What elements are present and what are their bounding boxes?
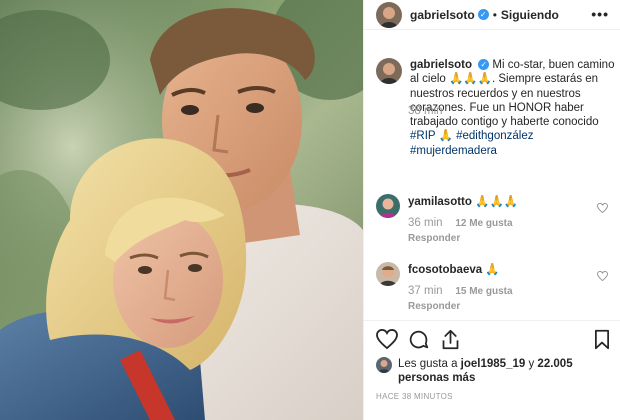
comment-item: fcosotobaeva 🙏 37 min 15 Me gusta Respon… (376, 262, 616, 312)
more-options-icon[interactable]: ••• (591, 6, 609, 22)
like-button[interactable] (376, 328, 398, 352)
comment-time: 36 min (408, 217, 443, 229)
author-avatar[interactable] (376, 1, 402, 28)
hashtag-mujerdemadera[interactable]: #mujerdemadera (410, 145, 497, 157)
post-photo-illustration (0, 0, 363, 420)
save-button[interactable] (594, 329, 610, 353)
comment-text: 🙏 (485, 264, 500, 276)
hashtag-rip[interactable]: #RIP (410, 130, 435, 142)
avatar-image (376, 194, 400, 218)
comment-like-heart-icon[interactable] (597, 202, 608, 216)
commenter-avatar[interactable] (376, 262, 400, 286)
reply-button[interactable]: Responder (408, 233, 518, 244)
avatar-image (376, 357, 392, 373)
comment-username[interactable]: yamilasotto (408, 196, 472, 208)
comment-meta: 36 min 12 Me gusta (408, 217, 518, 229)
comment-likes[interactable]: 12 Me gusta (455, 218, 512, 229)
comment-item: yamilasotto 🙏🙏🙏 36 min 12 Me gusta Respo… (376, 194, 616, 244)
hashtag-edithgonzalez[interactable]: #edithgonzález (456, 130, 533, 142)
caption-username[interactable]: gabrielsoto (410, 59, 472, 71)
caption-author-avatar[interactable] (376, 58, 402, 84)
verified-badge-icon: ✓ (478, 59, 490, 71)
share-button[interactable] (440, 329, 461, 353)
comment-body: fcosotobaeva 🙏 37 min 15 Me gusta Respon… (408, 262, 513, 312)
post-side-panel: gabrielsoto ✓ • Siguiendo ••• gabrielsot… (363, 0, 620, 420)
share-icon (442, 329, 459, 350)
instagram-post: gabrielsoto ✓ • Siguiendo ••• gabrielsot… (0, 0, 620, 420)
comment-time: 37 min (408, 285, 443, 297)
caption-emoji: 🙏 (438, 130, 453, 143)
caption-timestamp: 38 min (408, 105, 443, 117)
comment-meta: 37 min 15 Me gusta (408, 285, 513, 297)
avatar-image (376, 58, 402, 84)
heart-icon (597, 202, 608, 214)
separator-dot: • (492, 7, 497, 22)
comment-likes[interactable]: 15 Me gusta (455, 286, 512, 297)
liker-avatar[interactable] (376, 357, 392, 373)
following-button[interactable]: Siguiendo (501, 8, 559, 22)
comment-text: 🙏🙏🙏 (475, 196, 519, 208)
heart-icon (597, 270, 608, 282)
avatar-image (376, 1, 402, 28)
post-timestamp: HACE 38 MINUTOS (376, 392, 453, 401)
post-photo[interactable] (0, 0, 363, 420)
verified-badge-icon: ✓ (477, 9, 489, 20)
reply-button[interactable]: Responder (408, 301, 513, 312)
comment-button[interactable] (408, 329, 429, 353)
avatar-image (376, 262, 400, 286)
heart-icon (376, 328, 398, 350)
author-username[interactable]: gabrielsoto (410, 8, 475, 22)
bookmark-icon (595, 329, 609, 350)
likes-text: Les gusta a joel1985_19 y 22.005 persona… (398, 357, 578, 385)
likes-mid: y (528, 358, 535, 370)
comment-line: fcosotobaeva 🙏 (408, 262, 513, 278)
commenter-avatar[interactable] (376, 194, 400, 218)
likes-summary: Les gusta a joel1985_19 y 22.005 persona… (376, 357, 578, 385)
comment-icon (409, 330, 429, 349)
liker-username[interactable]: joel1985_19 (461, 358, 526, 370)
comment-like-heart-icon[interactable] (597, 270, 608, 284)
comment-username[interactable]: fcosotobaeva (408, 264, 482, 276)
comment-body: yamilasotto 🙏🙏🙏 36 min 12 Me gusta Respo… (408, 194, 518, 244)
post-header: gabrielsoto ✓ • Siguiendo ••• (364, 0, 620, 30)
comment-line: yamilasotto 🙏🙏🙏 (408, 194, 518, 210)
likes-prefix: Les gusta a (398, 358, 458, 370)
